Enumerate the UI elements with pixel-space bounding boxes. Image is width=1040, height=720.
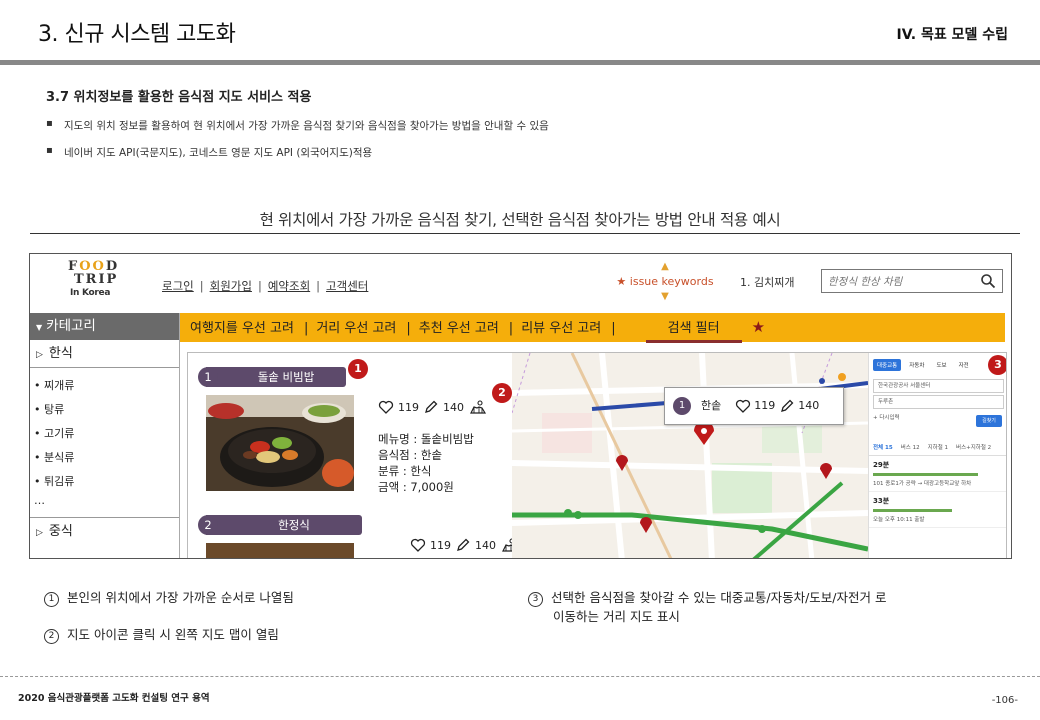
route-tab-all[interactable]: 전체 15 bbox=[873, 443, 893, 451]
like-count: 119 bbox=[398, 400, 419, 414]
subcategory-item[interactable]: • 고기류 bbox=[34, 422, 179, 446]
site-logo[interactable]: FOOD TRIP In Korea bbox=[68, 260, 118, 304]
route-tab-mixed[interactable]: 버스+지하철 2 bbox=[956, 443, 991, 451]
category-sidebar: ▼ 카테고리 ▷ 한식 • 찌개류 • 탕류 • 고기류 • 분식류 • 튀김류 …… bbox=[30, 313, 180, 558]
issue-next-button[interactable]: ▼ bbox=[610, 292, 720, 302]
page-number: -106- bbox=[991, 695, 1018, 706]
tab-bike[interactable]: 자전 bbox=[954, 359, 973, 371]
title-divider bbox=[0, 60, 1040, 65]
caret-right-icon: ▷ bbox=[36, 528, 43, 538]
bibimbap-photo[interactable] bbox=[206, 395, 354, 491]
pencil-icon[interactable] bbox=[455, 537, 471, 553]
slide-section: IV. 목표 모델 수립 bbox=[896, 27, 1008, 43]
search-filter-button[interactable]: 검색 필터 bbox=[645, 318, 742, 343]
filter-travel-first[interactable]: 여행지를 우선 고려 bbox=[190, 321, 294, 336]
restaurant-map[interactable]: 1 한솥 119 140 bbox=[512, 353, 868, 558]
filter-distance-first[interactable]: 거리 우선 고려 bbox=[316, 321, 396, 336]
origin-field[interactable]: 한국관광공사 서울센터 bbox=[873, 379, 1004, 393]
caret-down-icon: ▼ bbox=[36, 323, 43, 332]
review-count: 140 bbox=[443, 400, 464, 414]
category-header[interactable]: ▼ 카테고리 bbox=[30, 313, 179, 340]
map-callout[interactable]: 1 한솥 119 140 bbox=[664, 387, 844, 425]
callout-reviews: 140 bbox=[798, 399, 820, 412]
heart-icon[interactable] bbox=[410, 537, 426, 553]
tab-car[interactable]: 자동차 bbox=[905, 359, 929, 371]
nav-signup[interactable]: 회원가입 bbox=[210, 279, 252, 293]
restaurant-name: 음식점 : 한솥 bbox=[378, 448, 443, 462]
map-icon[interactable] bbox=[468, 399, 488, 415]
caption-divider bbox=[30, 233, 1020, 234]
annotation-badge-2: 2 bbox=[492, 383, 512, 403]
subcategory-item[interactable]: • 탕류 bbox=[34, 398, 179, 422]
top-nav: 로그인 | 회원가입 | 예약조회 | 고객센터 bbox=[162, 279, 369, 293]
tab-public-transit[interactable]: 대중교통 bbox=[873, 359, 902, 371]
heart-icon[interactable] bbox=[378, 399, 394, 415]
review-count: 140 bbox=[475, 538, 496, 552]
filter-recommend-first[interactable]: 추천 우선 고려 bbox=[419, 321, 499, 336]
sub-heading: 3.7 위치정보를 활용한 음식점 지도 서비스 적용 bbox=[46, 90, 312, 105]
nav-support[interactable]: 고객센터 bbox=[326, 279, 368, 293]
food-price: 금액 : 7,000원 bbox=[378, 480, 454, 494]
footer-project-title: 2020 음식관광플랫폼 고도화 컨설팅 연구 용역 bbox=[18, 693, 210, 704]
star-icon[interactable]: ★ bbox=[752, 318, 765, 336]
slide-title: 3. 신규 시스템 고도화 bbox=[38, 22, 236, 47]
filter-review-first[interactable]: 리뷰 우선 고려 bbox=[521, 321, 601, 336]
hanjeongsik-photo[interactable] bbox=[206, 543, 354, 558]
filter-bar: 여행지를 우선 고려 | 거리 우선 고려 | 추천 우선 고려 | 리뷰 우선 고려 | 검색… bbox=[180, 313, 1005, 343]
bullet-item: 네이버 지도 API(국문지도), 코네스트 영문 지도 API (외국어지도)… bbox=[46, 145, 549, 160]
korean-subcategory-list: • 찌개류 • 탕류 • 고기류 • 분식류 • 튀김류 … bbox=[30, 368, 179, 518]
footer-divider bbox=[0, 676, 1040, 677]
tab-walk[interactable]: 도보 bbox=[932, 359, 951, 371]
search-input[interactable] bbox=[822, 271, 972, 293]
nav-login[interactable]: 로그인 bbox=[162, 279, 194, 293]
bullet-list: 지도의 위치 정보를 활용하여 현 위치에서 가장 가까운 음식점 찾기와 음식… bbox=[46, 118, 549, 172]
result-label[interactable]: 2 한정식 bbox=[198, 515, 362, 535]
search-box bbox=[821, 269, 1003, 293]
issue-keywords: ▲ ★ issue keywords ▼ bbox=[610, 262, 720, 302]
bullet-item: 지도의 위치 정보를 활용하여 현 위치에서 가장 가까운 음식점 찾기와 음식… bbox=[46, 118, 549, 133]
directions-panel: 대중교통 자동차 도보 자전 한국관광공사 서울센터 두루촌 + 다시입력 길찾… bbox=[868, 353, 1006, 558]
category-chinese[interactable]: ▷ 중식 bbox=[30, 518, 179, 546]
issue-keywords-label: ★ issue keywords bbox=[616, 275, 714, 288]
annotation-badge-3: 3 bbox=[988, 355, 1006, 375]
route-tab-bus[interactable]: 버스 12 bbox=[901, 443, 920, 451]
route-option[interactable]: 29분 101 종로1가 공략 → 대광고등학교앞 하차 bbox=[869, 456, 1006, 492]
subcategory-more: … bbox=[34, 494, 45, 507]
result-stats: 119 140 bbox=[378, 399, 488, 415]
subcategory-item[interactable]: • 찌개류 bbox=[34, 374, 179, 398]
issue-prev-button[interactable]: ▲ bbox=[610, 262, 720, 272]
note-2: 2 지도 아이콘 클릭 시 왼쪽 지도 맵이 열림 bbox=[44, 625, 279, 644]
result-stats: 119 140 bbox=[410, 537, 520, 553]
search-icon[interactable] bbox=[980, 273, 996, 289]
route-option[interactable]: 33분 오늘 오후 10:11 출발 bbox=[869, 492, 1006, 528]
heart-icon[interactable] bbox=[735, 398, 751, 414]
caret-right-icon: ▷ bbox=[36, 350, 43, 360]
subcategory-item[interactable]: • 분식류 bbox=[34, 446, 179, 470]
note-3: 3 선택한 음식점을 찾아갈 수 있는 대중교통/자동차/도보/자전거 로 이동하… bbox=[528, 588, 886, 626]
annotation-badge-1: 1 bbox=[348, 359, 368, 379]
results-panel: 1 돌솥 비빔밥 119 140 2 1 메뉴명: 돌솥비빔밥 음식점: 한… bbox=[187, 352, 1007, 558]
route-tab-subway[interactable]: 지하철 1 bbox=[928, 443, 948, 451]
pencil-icon[interactable] bbox=[779, 398, 795, 414]
like-count: 119 bbox=[430, 538, 451, 552]
find-route-button[interactable]: 길찾기 bbox=[976, 415, 1002, 427]
result-details: 메뉴명 : 돌솥비빔밥 음식점 : 한솥 분류 : 한식 금액 : 7,000원 bbox=[378, 431, 474, 495]
callout-likes: 119 bbox=[754, 399, 776, 412]
result-label[interactable]: 1 돌솥 비빔밥 bbox=[198, 367, 346, 387]
menu-name: 메뉴명 : 돌솥비빔밥 bbox=[378, 432, 474, 446]
note-1: 1 본인의 위치에서 가장 가까운 순서로 나열됨 bbox=[44, 588, 294, 607]
trending-keyword[interactable]: 1. 김치찌개 bbox=[740, 274, 794, 290]
pencil-icon[interactable] bbox=[423, 399, 439, 415]
callout-name: 한솥 bbox=[701, 399, 722, 412]
route-filter-tabs: 전체 15 버스 12 지하철 1 버스+지하철 2 bbox=[869, 439, 1006, 456]
category-korean[interactable]: ▷ 한식 bbox=[30, 340, 179, 368]
transport-mode-tabs: 대중교통 자동차 도보 자전 bbox=[869, 353, 1006, 377]
destination-field[interactable]: 두루촌 bbox=[873, 395, 1004, 409]
nav-reservation[interactable]: 예약조회 bbox=[268, 279, 310, 293]
food-category: 분류 : 한식 bbox=[378, 464, 432, 478]
subcategory-item[interactable]: • 튀김류 bbox=[34, 470, 179, 494]
site-mockup: FOOD TRIP In Korea 로그인 | 회원가입 | 예약조회 | 고객센터 ▲ … bbox=[29, 253, 1012, 559]
example-caption: 현 위치에서 가장 가까운 음식점 찾기, 선택한 음식점 찾아가는 방법 안내… bbox=[259, 211, 781, 229]
